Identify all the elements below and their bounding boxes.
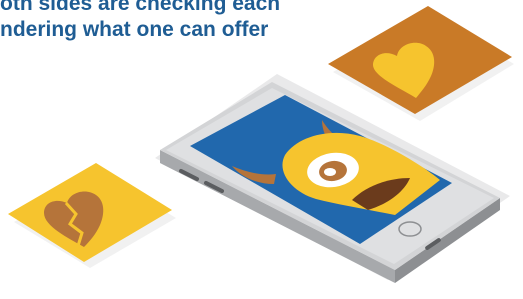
heart-card [328,6,514,121]
phone-icon [155,74,510,283]
illustration [8,6,514,283]
broken-heart-card [8,163,176,268]
